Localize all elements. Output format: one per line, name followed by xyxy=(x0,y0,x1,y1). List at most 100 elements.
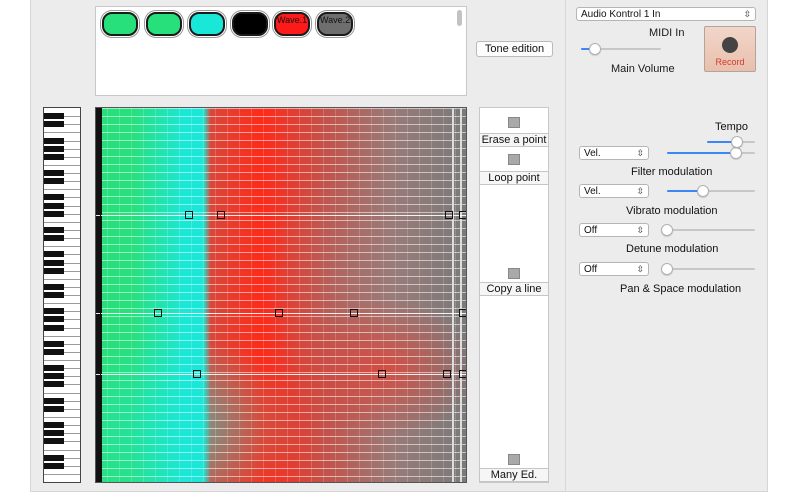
piano-black-key[interactable] xyxy=(44,210,64,217)
piano-black-key[interactable] xyxy=(44,178,64,185)
piano-white-key-edge xyxy=(44,246,80,248)
chevron-updown-icon: ⇳ xyxy=(636,186,644,196)
swatch-wave-1[interactable]: Wave.1 xyxy=(274,12,310,36)
erase-tool-icon[interactable] xyxy=(508,117,520,128)
piano-black-key[interactable] xyxy=(44,267,64,274)
loop-point-button[interactable]: Loop point xyxy=(479,171,549,185)
grid-point[interactable] xyxy=(154,309,162,317)
modulation-source-select[interactable]: Vel. ⇳ xyxy=(579,184,649,198)
piano-black-key[interactable] xyxy=(44,340,64,347)
piano-white-key-edge xyxy=(44,449,80,451)
grid-point[interactable] xyxy=(378,370,386,378)
many-edit-tool-icon[interactable] xyxy=(508,454,520,465)
piano-black-key[interactable] xyxy=(44,308,64,315)
audio-input-select[interactable]: Audio Kontrol 1 In ⇳ xyxy=(576,7,756,21)
modulation-source-select[interactable]: Vel. ⇳ xyxy=(579,146,649,160)
piano-black-key[interactable] xyxy=(44,121,64,128)
grid-point[interactable] xyxy=(275,309,283,317)
record-icon xyxy=(722,37,738,53)
grid-point[interactable] xyxy=(96,309,101,317)
piano-black-key[interactable] xyxy=(44,235,64,242)
piano-black-key[interactable] xyxy=(44,194,64,201)
piano-black-key[interactable] xyxy=(44,365,64,372)
piano-keyboard[interactable] xyxy=(43,107,81,483)
piano-black-key[interactable] xyxy=(44,405,64,412)
swatch-green-1[interactable] xyxy=(102,12,138,36)
copy-tool-icon[interactable] xyxy=(508,268,520,279)
tempo-slider-knob[interactable] xyxy=(730,136,743,148)
piano-black-key[interactable] xyxy=(44,292,64,298)
sound-grid[interactable] xyxy=(95,107,467,483)
grid-point[interactable] xyxy=(445,211,453,219)
piano-black-key[interactable] xyxy=(44,202,64,209)
modulation-source-value: Off xyxy=(584,224,598,236)
modulation-slider[interactable] xyxy=(667,147,755,159)
tone-edition-button[interactable]: Tone edition xyxy=(476,41,553,57)
piano-black-key[interactable] xyxy=(44,397,64,404)
piano-black-key[interactable] xyxy=(44,430,64,437)
piano-black-key[interactable] xyxy=(44,348,64,355)
piano-white-key-edge xyxy=(44,303,80,305)
tempo-label: Tempo xyxy=(715,121,749,133)
modulation-source-select[interactable]: Off ⇳ xyxy=(579,223,649,237)
erase-point-button[interactable]: Erase a point xyxy=(479,133,549,147)
swatch-green-2[interactable] xyxy=(146,12,182,36)
piano-black-key[interactable] xyxy=(44,259,64,266)
piano-white-key-edge xyxy=(44,278,80,280)
grid-left-bar xyxy=(96,108,102,482)
modulation-slider-knob[interactable] xyxy=(661,263,673,275)
piano-black-key[interactable] xyxy=(44,462,64,469)
modulation-source-select[interactable]: Off ⇳ xyxy=(579,262,649,276)
modulation-slider[interactable] xyxy=(667,185,755,197)
grid-point[interactable] xyxy=(459,370,466,378)
piano-black-key[interactable] xyxy=(44,153,64,160)
piano-white-key-edge xyxy=(44,189,80,191)
piano-black-key[interactable] xyxy=(44,316,64,323)
grid-point[interactable] xyxy=(185,211,193,219)
modulation-slider[interactable] xyxy=(661,224,755,236)
piano-black-key[interactable] xyxy=(44,422,64,429)
grid-point[interactable] xyxy=(459,211,466,219)
record-button[interactable]: Record xyxy=(704,26,756,72)
swatch-cyan[interactable] xyxy=(189,12,225,36)
piano-black-key[interactable] xyxy=(44,145,64,152)
piano-black-key[interactable] xyxy=(44,324,64,331)
grid-point[interactable] xyxy=(217,211,225,219)
grid-point[interactable] xyxy=(443,370,451,378)
piano-black-key[interactable] xyxy=(44,113,64,120)
main-volume-label: Main Volume xyxy=(611,63,675,75)
modulation-slider-fill xyxy=(667,152,736,154)
piano-black-key[interactable] xyxy=(44,251,64,258)
grid-point[interactable] xyxy=(193,370,201,378)
piano-black-key[interactable] xyxy=(44,227,64,233)
modulation-slider[interactable] xyxy=(661,263,755,275)
modulation-slider-knob[interactable] xyxy=(661,224,673,236)
piano-black-key[interactable] xyxy=(44,170,64,176)
copy-line-button[interactable]: Copy a line xyxy=(479,282,549,296)
tempo-slider[interactable] xyxy=(707,136,755,148)
swatch-black[interactable] xyxy=(232,12,268,36)
main-volume-slider[interactable] xyxy=(581,43,661,55)
piano-black-key[interactable] xyxy=(44,454,64,461)
many-edit-button[interactable]: Many Ed. xyxy=(479,468,549,482)
piano-black-key[interactable] xyxy=(44,283,64,290)
piano-black-key[interactable] xyxy=(44,438,64,445)
grid-point[interactable] xyxy=(459,309,466,317)
audio-input-value: Audio Kontrol 1 In xyxy=(581,8,661,20)
modulation-slider-knob[interactable] xyxy=(729,147,742,159)
piano-black-key[interactable] xyxy=(44,137,64,144)
grid-point[interactable] xyxy=(96,370,101,378)
panel-divider xyxy=(565,0,566,492)
main-volume-knob[interactable] xyxy=(589,43,602,55)
grid-point[interactable] xyxy=(96,211,101,219)
modulation-slider-knob[interactable] xyxy=(697,185,710,197)
swatch-wave-2[interactable]: Wave.2 xyxy=(317,12,353,36)
modulation-label: Detune modulation xyxy=(626,243,719,255)
waveform-palette: Wave.1 Wave.2 xyxy=(95,6,467,96)
piano-white-key-edge xyxy=(44,392,80,394)
palette-scrollbar[interactable] xyxy=(457,10,462,26)
loop-tool-icon[interactable] xyxy=(508,154,520,165)
piano-black-key[interactable] xyxy=(44,381,64,388)
grid-point[interactable] xyxy=(350,309,358,317)
piano-black-key[interactable] xyxy=(44,373,64,380)
